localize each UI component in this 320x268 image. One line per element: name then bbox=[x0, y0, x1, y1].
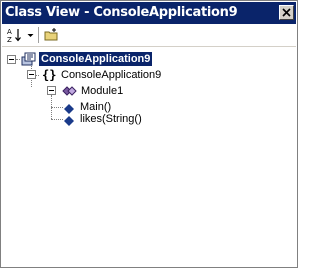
tree-expander[interactable] bbox=[27, 70, 36, 79]
new-folder-icon bbox=[44, 28, 58, 41]
namespace-braces-icon: {} bbox=[41, 67, 57, 88]
chevron-down-icon bbox=[27, 34, 34, 37]
tree-expander[interactable] bbox=[47, 86, 56, 95]
svg-text:A: A bbox=[7, 28, 12, 36]
toolbar: A Z bbox=[2, 24, 296, 47]
sort-dropdown-button[interactable] bbox=[26, 27, 35, 43]
sort-button[interactable]: A Z bbox=[7, 27, 23, 44]
tree-node-module[interactable]: Module1 bbox=[79, 84, 125, 98]
tree-node-namespace[interactable]: ConsoleApplication9 bbox=[59, 68, 163, 82]
class-view-window: Class View - ConsoleApplication9 A Z Con… bbox=[0, 0, 298, 268]
tree-expander[interactable] bbox=[7, 55, 16, 64]
tree-connector bbox=[51, 107, 63, 108]
svg-text:Z: Z bbox=[7, 36, 12, 43]
tree-node-project[interactable]: ConsoleApplication9 bbox=[39, 52, 153, 66]
close-icon bbox=[282, 8, 291, 17]
module-icon bbox=[61, 83, 77, 104]
tree-connector bbox=[51, 119, 63, 120]
tree-connector bbox=[16, 59, 20, 60]
title-bar[interactable]: Class View - ConsoleApplication9 bbox=[2, 2, 296, 24]
new-folder-button[interactable] bbox=[44, 27, 60, 43]
sort-az-icon: A Z bbox=[7, 28, 21, 44]
method-icon bbox=[63, 114, 75, 132]
tree-node-method-likes[interactable]: likes(String() bbox=[78, 112, 144, 126]
svg-text:{}: {} bbox=[42, 68, 56, 82]
close-button[interactable] bbox=[279, 5, 294, 20]
project-icon bbox=[21, 51, 37, 72]
window-title: Class View - ConsoleApplication9 bbox=[5, 5, 238, 20]
class-tree: ConsoleApplication9 {} ConsoleApplicatio… bbox=[2, 47, 296, 266]
toolbar-separator bbox=[38, 27, 39, 43]
